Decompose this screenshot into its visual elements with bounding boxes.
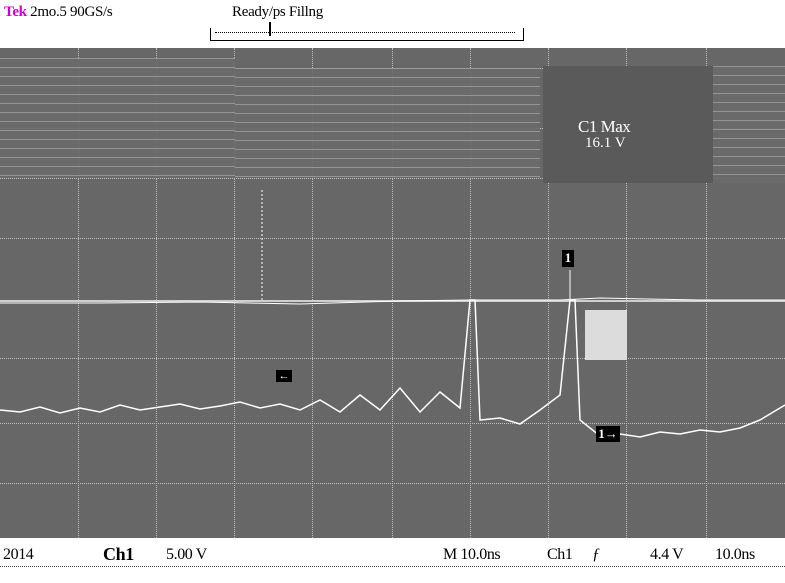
measurement-label: C1 Max <box>578 117 631 136</box>
trigger-slope-icon: ƒ <box>592 546 600 563</box>
waveform-trace <box>0 190 785 438</box>
status-divider <box>0 566 785 568</box>
trigger-position-arrow-icon[interactable]: ← <box>276 370 292 382</box>
channel-label[interactable]: Ch1 <box>103 544 134 565</box>
oscilloscope-screen: Tek 2mo.5 90GS/s Ready/ps Fillng C1 Max … <box>0 0 785 583</box>
channel-1-marker[interactable]: 1 <box>562 250 574 267</box>
timebase-readout[interactable]: M 10.0ns <box>443 546 501 564</box>
trigger-source[interactable]: Ch1 <box>547 546 573 564</box>
volts-per-division[interactable]: 5.00 V <box>166 546 207 564</box>
bottom-status-bar: 2014 Ch1 5.00 V M 10.0ns Ch1 ƒ 4.4 V 10.… <box>0 538 785 583</box>
measurement-value: 16.1 V <box>585 135 626 151</box>
trigger-level[interactable]: 4.4 V <box>650 546 684 564</box>
channel-1-ground-marker[interactable]: 1→ <box>596 426 620 442</box>
status-left-readout: 2014 <box>3 546 34 563</box>
sample-rate-readout: 10.0ns <box>715 546 755 563</box>
